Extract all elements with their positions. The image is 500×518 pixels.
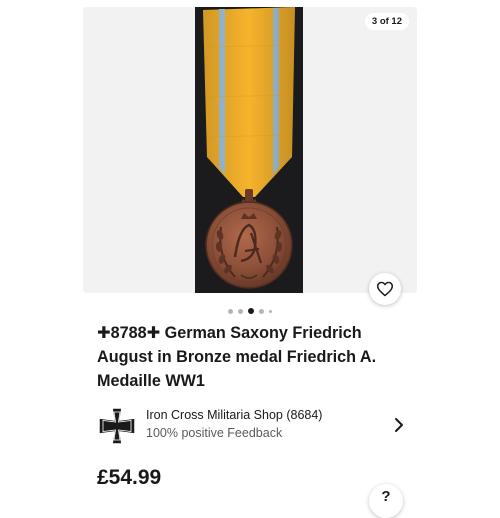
seller-feedback: 100% positive Feedback bbox=[146, 426, 283, 440]
listing-price: £54.99 bbox=[97, 466, 162, 489]
help-icon: ? bbox=[381, 488, 391, 505]
heart-icon bbox=[376, 281, 393, 297]
pagination-dot[interactable] bbox=[238, 308, 243, 314]
listing-title: ✚8788✚ German Saxony Friedrich August in… bbox=[97, 324, 377, 390]
iron-cross-icon bbox=[98, 407, 136, 445]
seller-info-row[interactable]: Iron Cross Militaria Shop (8684) 100% po… bbox=[97, 405, 409, 447]
medal-image bbox=[203, 7, 295, 289]
pagination-dot[interactable] bbox=[269, 309, 272, 313]
help-button[interactable]: ? bbox=[369, 484, 403, 518]
pagination-dot[interactable] bbox=[228, 308, 233, 314]
image-gallery[interactable]: 3 of 12 bbox=[83, 7, 417, 293]
pagination-dot[interactable] bbox=[259, 308, 264, 314]
image-counter-badge: 3 of 12 bbox=[364, 13, 409, 30]
pagination-dot-active[interactable] bbox=[248, 308, 254, 314]
image-pagination-dots bbox=[220, 306, 280, 316]
watchlist-button[interactable] bbox=[369, 273, 401, 305]
seller-name[interactable]: Iron Cross Militaria Shop (8684) bbox=[146, 408, 322, 422]
medal-photo[interactable] bbox=[195, 7, 303, 293]
chevron-right-icon[interactable] bbox=[393, 417, 405, 433]
